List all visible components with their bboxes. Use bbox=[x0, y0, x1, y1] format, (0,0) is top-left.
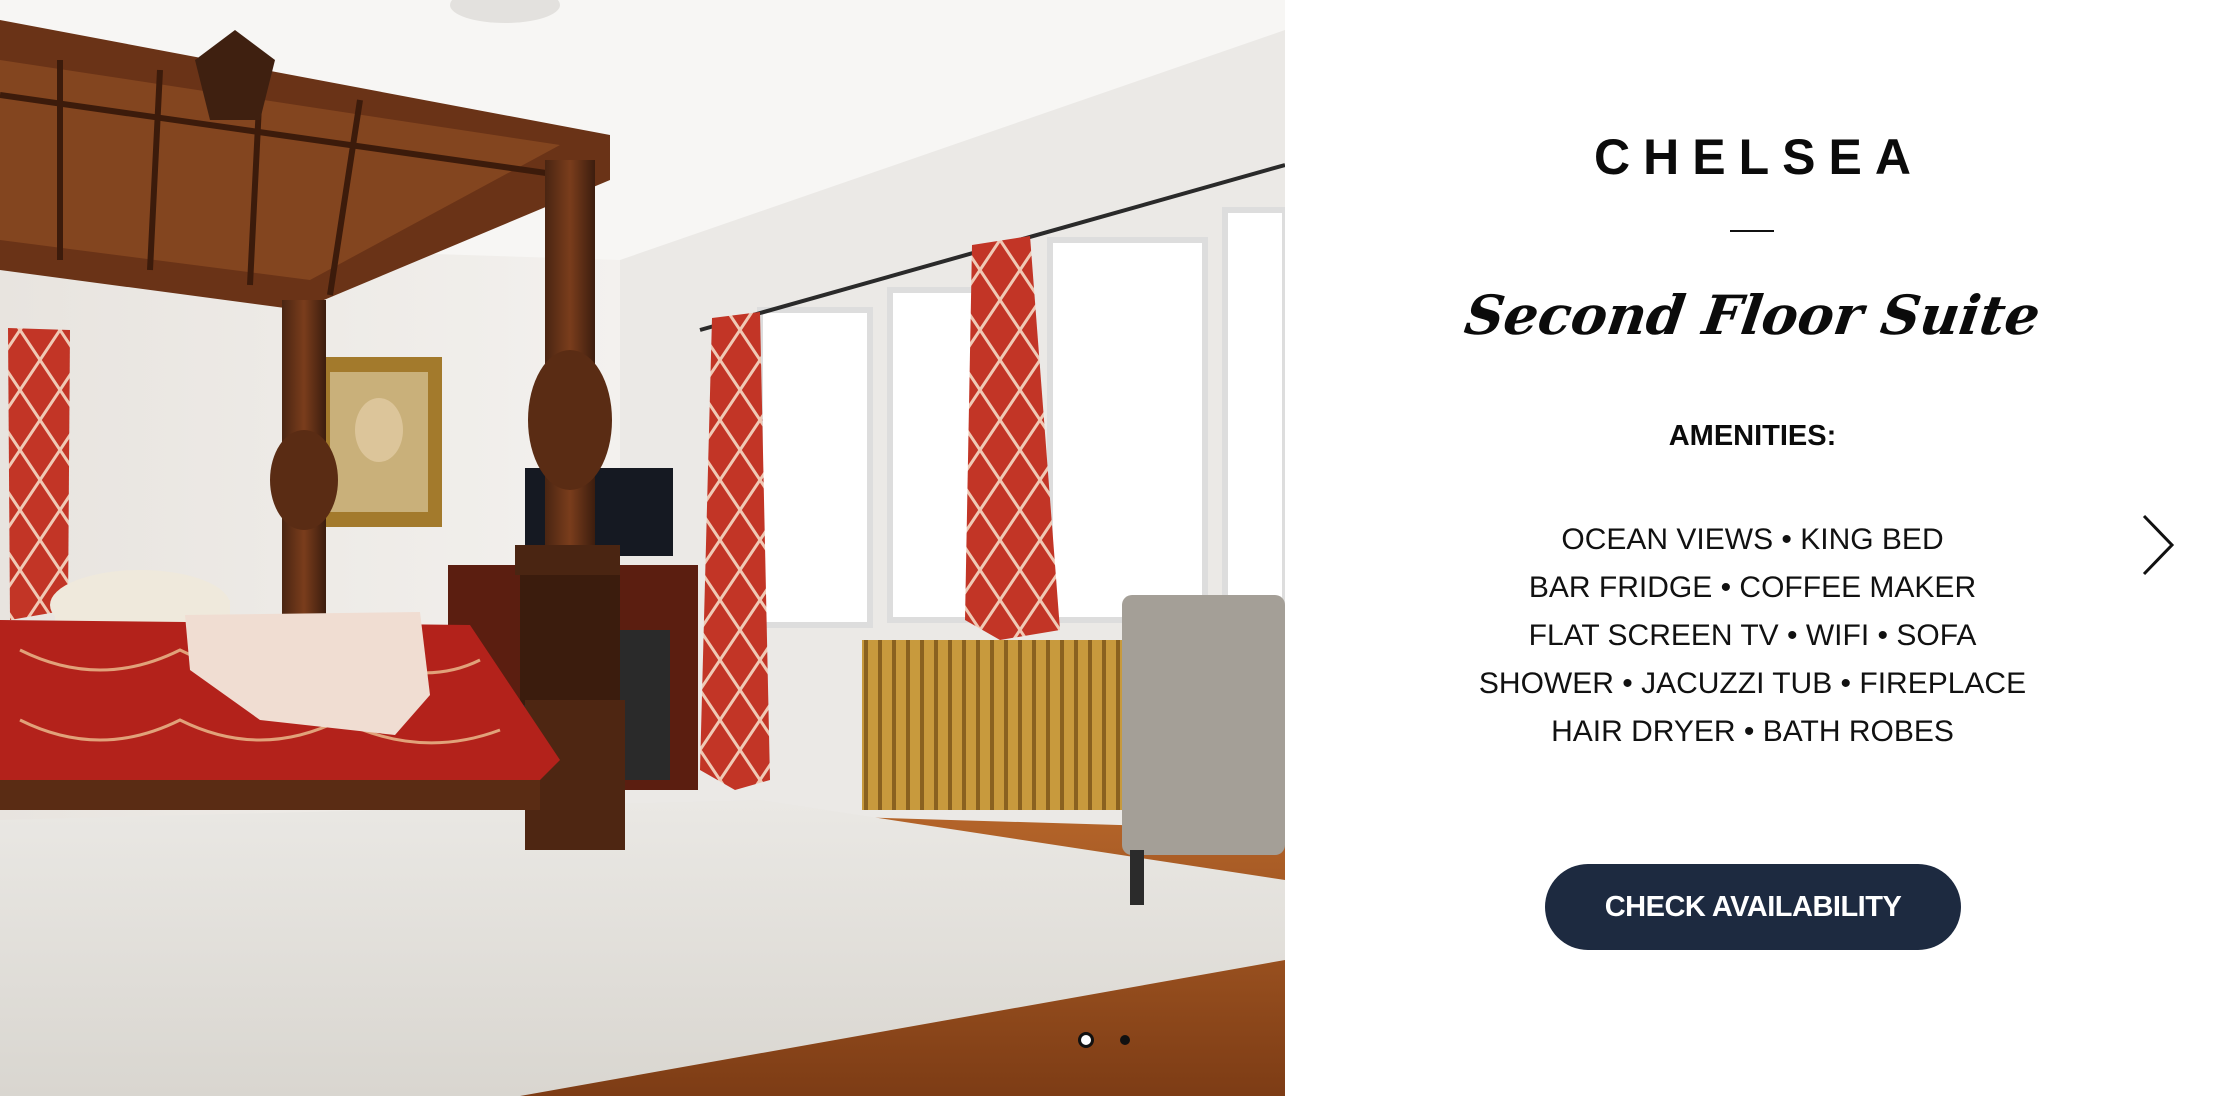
amenities-label: AMENITIES: bbox=[1668, 420, 1837, 452]
chevron-right-icon bbox=[2142, 514, 2175, 576]
slide-indicator bbox=[1078, 1030, 1130, 1050]
amenities-line: SHOWER • JACUZZI TUB • FIREPLACE bbox=[1478, 667, 2027, 700]
slide-dot-2[interactable] bbox=[1120, 1035, 1130, 1045]
amenities-line: HAIR DRYER • BATH ROBES bbox=[1551, 715, 1954, 748]
room-photo-illustration bbox=[0, 0, 1285, 1096]
amenities-line: FLAT SCREEN TV • WIFI • SOFA bbox=[1528, 619, 1977, 652]
title-divider bbox=[1730, 230, 1774, 232]
amenities-list: OCEAN VIEWS • KING BED BAR FRIDGE • COFF… bbox=[1285, 516, 2220, 756]
amenities-line: OCEAN VIEWS • KING BED bbox=[1561, 523, 1944, 556]
check-availability-button[interactable]: CHECK AVAILABILITY bbox=[1545, 864, 1961, 950]
room-info-panel: CHELSEA Second Floor Suite AMENITIES: OC… bbox=[1285, 0, 2220, 1096]
amenities-line: BAR FRIDGE • COFFEE MAKER bbox=[1528, 571, 1977, 604]
next-slide-button[interactable] bbox=[2136, 510, 2180, 580]
slide-dot-1[interactable] bbox=[1078, 1032, 1094, 1048]
room-name-heading: CHELSEA bbox=[1594, 129, 1924, 185]
room-subtitle: Second Floor Suite bbox=[1460, 283, 2045, 347]
room-photo bbox=[0, 0, 1285, 1096]
